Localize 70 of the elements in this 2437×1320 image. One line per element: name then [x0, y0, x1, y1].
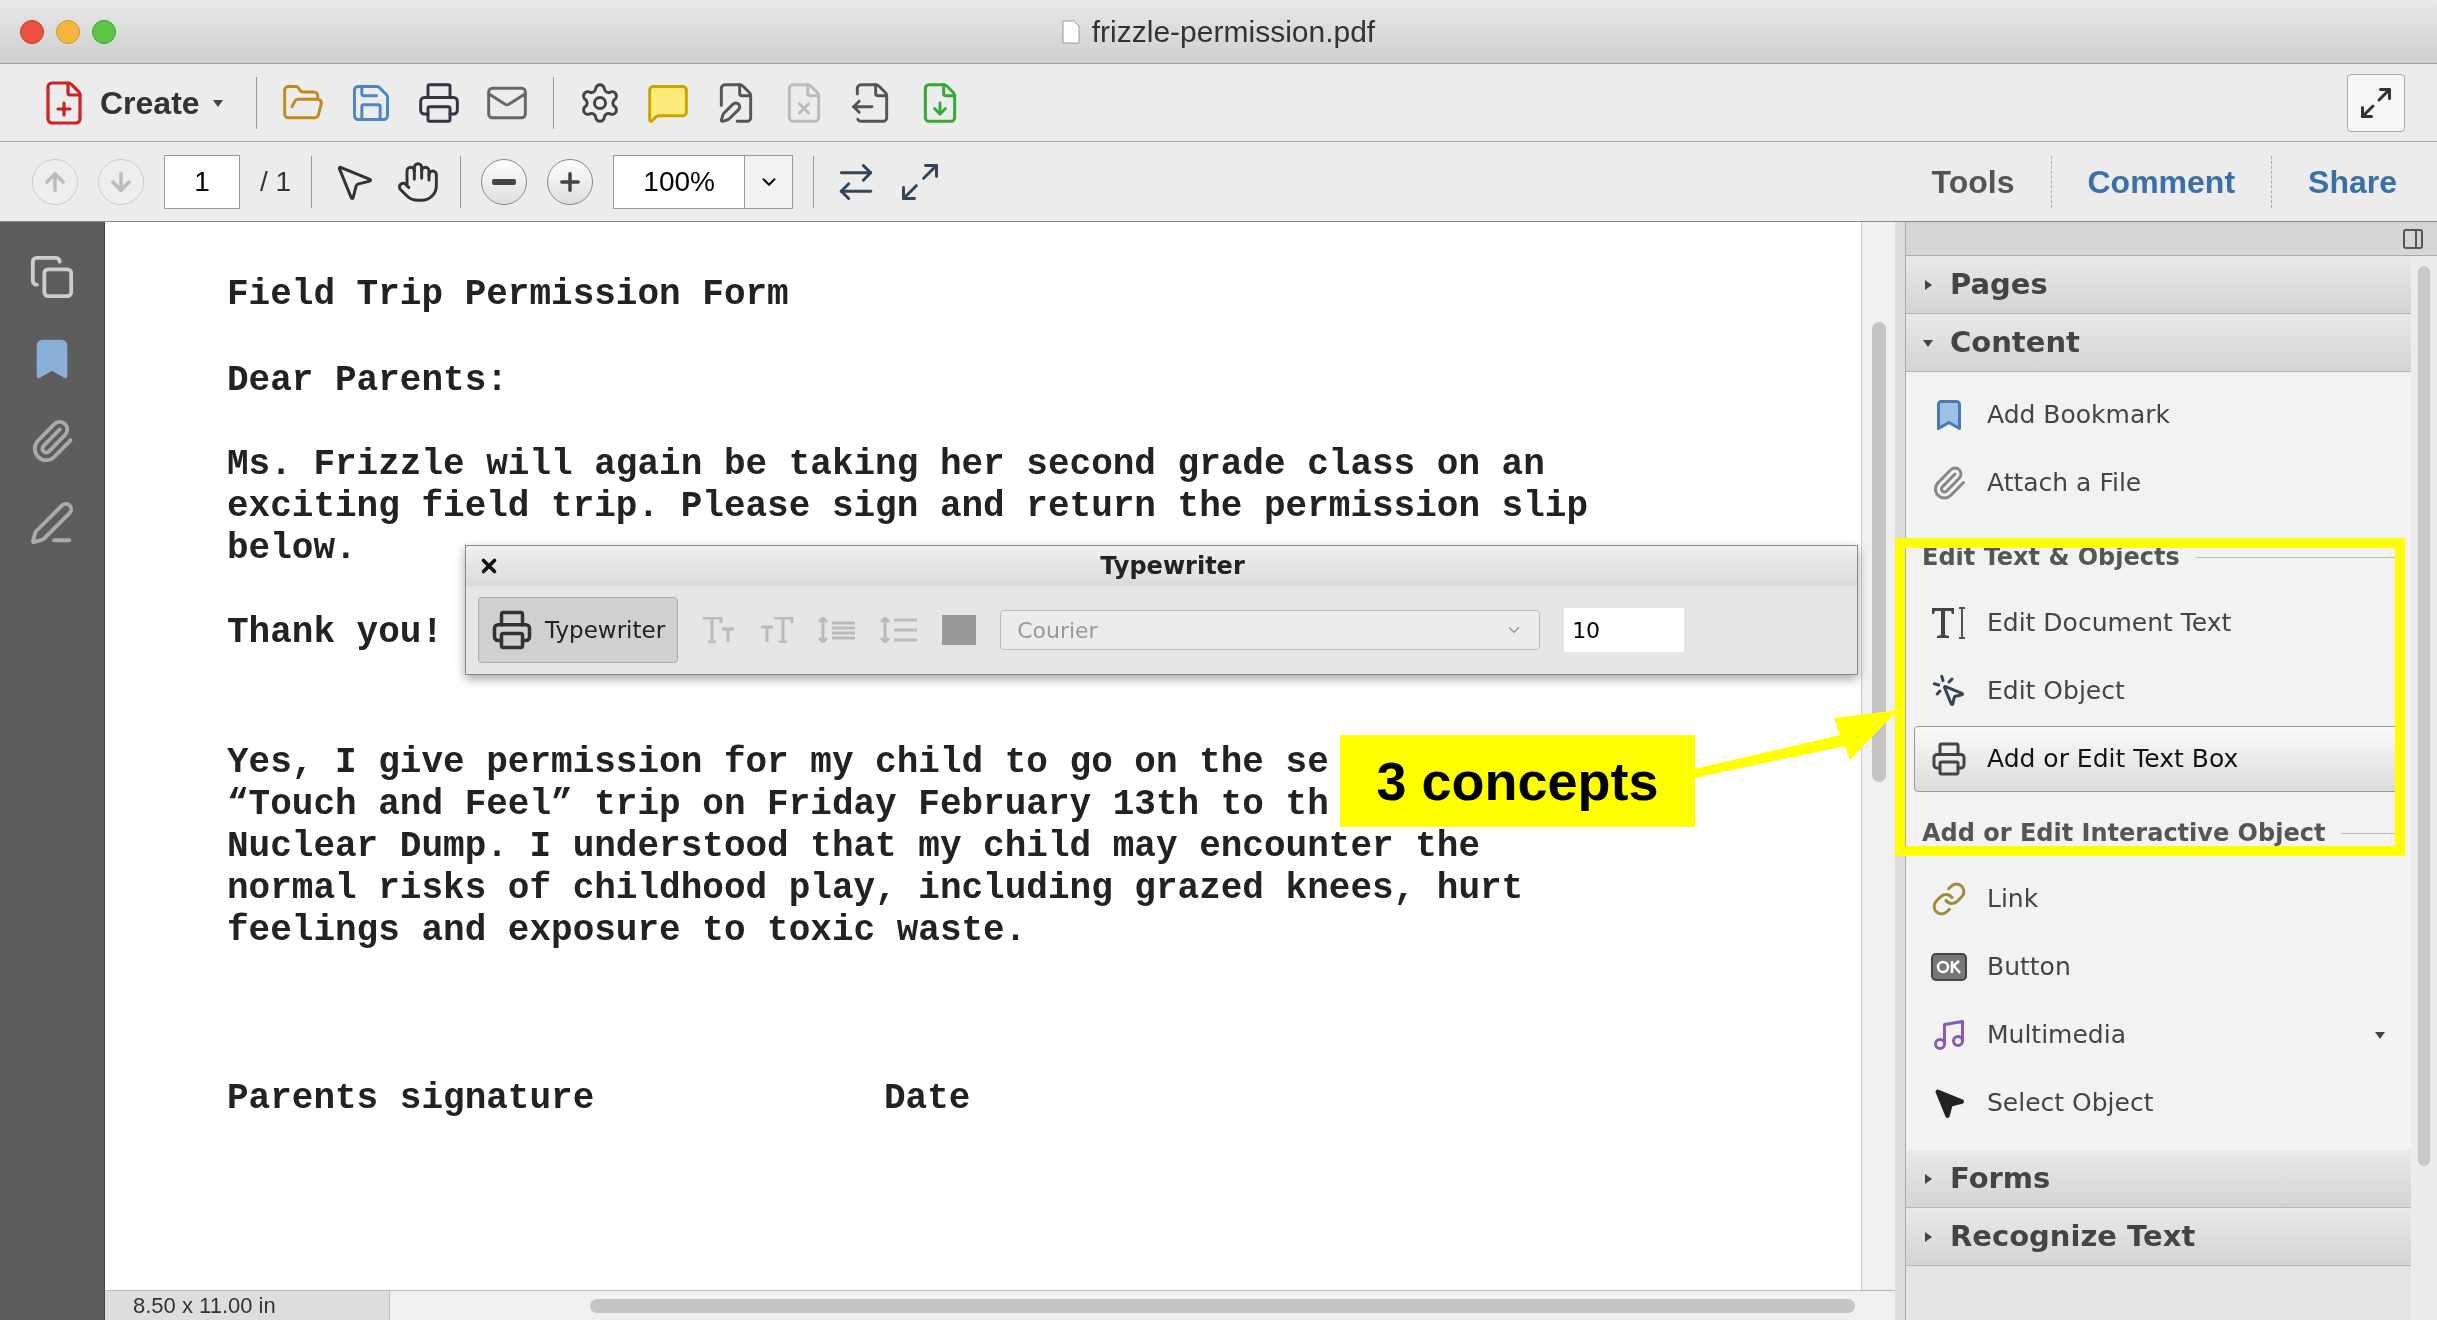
next-page-button[interactable] — [98, 158, 144, 205]
document-text-line: Thank you! — [227, 612, 444, 654]
document-text-line: feelings and exposure to toxic waste. — [227, 910, 1027, 952]
object-pointer-icon — [1931, 673, 1967, 709]
tool-item[interactable]: Add Bookmark — [1914, 382, 2403, 448]
page-count: / 1 — [260, 164, 292, 199]
text-color-icon[interactable] — [942, 615, 977, 645]
page-size-label: 8.50 x 11.00 in — [105, 1291, 390, 1320]
tool-item[interactable]: Link — [1914, 866, 2403, 932]
print-icon[interactable] — [416, 80, 461, 125]
panel-section-header[interactable]: Content — [1906, 314, 2411, 372]
panel-tab[interactable]: Tools — [1915, 157, 2031, 206]
panel-scrollbar[interactable] — [2411, 256, 2437, 1320]
tool-item[interactable]: Attach a File — [1914, 450, 2403, 516]
panel-tab[interactable]: Share — [2292, 157, 2413, 206]
collapsed-triangle-icon — [1922, 1230, 1934, 1243]
close-window-button[interactable] — [20, 19, 44, 44]
pdf-file-icon — [1061, 19, 1080, 44]
callout-label: 3 concepts — [1340, 735, 1695, 827]
document-text-line: Yes, I give permission for my child to go on the se — [227, 742, 1329, 784]
typewriter-icon — [1931, 741, 1967, 777]
tool-item[interactable]: Edit Document Text — [1914, 590, 2403, 656]
document-text-line: normal risks of childhood play, including grazed knees, hurt — [227, 868, 1524, 910]
document-text-line: “Touch and Feel” trip on Friday February 13th to th — [227, 784, 1329, 826]
create-button[interactable]: Create — [32, 78, 232, 127]
pages-icon[interactable] — [29, 254, 75, 300]
vertical-scrollbar[interactable] — [1861, 222, 1895, 1290]
multimedia-icon — [1931, 1017, 1967, 1053]
signature-icon[interactable] — [29, 500, 75, 546]
window-title: frizzle-permission.pdf — [1091, 14, 1376, 50]
minus-icon — [492, 178, 517, 185]
collapsed-triangle-icon — [1922, 278, 1934, 291]
tool-item[interactable]: Multimedia — [1914, 1002, 2403, 1068]
minimize-window-button[interactable] — [56, 19, 80, 44]
panel-options-icon[interactable] — [2401, 226, 2425, 251]
tool-item[interactable]: Button — [1914, 934, 2403, 1000]
paperclip-icon — [1931, 465, 1967, 501]
document-text-line: Dear Parents: — [227, 360, 508, 402]
panel-tab[interactable]: Comment — [2071, 157, 2252, 206]
ok-button-icon — [1931, 953, 1967, 981]
hand-icon[interactable] — [396, 159, 441, 204]
document-text-line: exciting field trip. Please sign and return the permission slip — [227, 486, 1589, 528]
chain-link-icon — [1931, 881, 1967, 917]
expand-button[interactable] — [2347, 73, 2405, 132]
line-spacing-decrease-icon[interactable] — [818, 617, 857, 643]
document-text-line: Nuclear Dump. I understood that my child may encounter the — [227, 826, 1480, 868]
previous-page-button[interactable] — [32, 158, 78, 205]
typewriter-icon — [491, 609, 533, 651]
toolbar-title: Typewriter — [1099, 551, 1246, 582]
date-label: Date — [884, 1078, 971, 1120]
document-text-line: Field Trip Permission Form — [227, 274, 789, 316]
zoom-field[interactable]: 100% — [613, 154, 794, 209]
zoom-window-button[interactable] — [92, 19, 116, 44]
typewriter-button[interactable]: Typewriter — [478, 597, 679, 663]
panel-section-header[interactable]: Forms — [1906, 1150, 2411, 1208]
panel-section-header[interactable]: Recognize Text — [1906, 1208, 2411, 1266]
line-spacing-increase-icon[interactable] — [880, 617, 919, 643]
font-size-field[interactable]: 10 — [1564, 608, 1685, 652]
decrease-text-size-icon[interactable] — [702, 617, 737, 643]
signature-label: Parents signature — [227, 1078, 596, 1120]
page-number-field[interactable]: 1 — [164, 154, 240, 209]
increase-text-size-icon[interactable] — [760, 617, 795, 643]
tool-item[interactable]: Select Object — [1914, 1070, 2403, 1136]
collapsed-triangle-icon — [1922, 1172, 1934, 1185]
tool-item[interactable]: Edit Object — [1914, 658, 2403, 724]
text-cursor-icon — [1931, 606, 1967, 640]
document-text-line: Ms. Frizzle will again be taking her second grade class on an — [227, 444, 1545, 486]
group-heading: Add or Edit Interactive Object — [1922, 818, 2326, 849]
panel-section-header[interactable]: Pages — [1906, 256, 2411, 314]
document-text-line: below. — [227, 528, 357, 570]
